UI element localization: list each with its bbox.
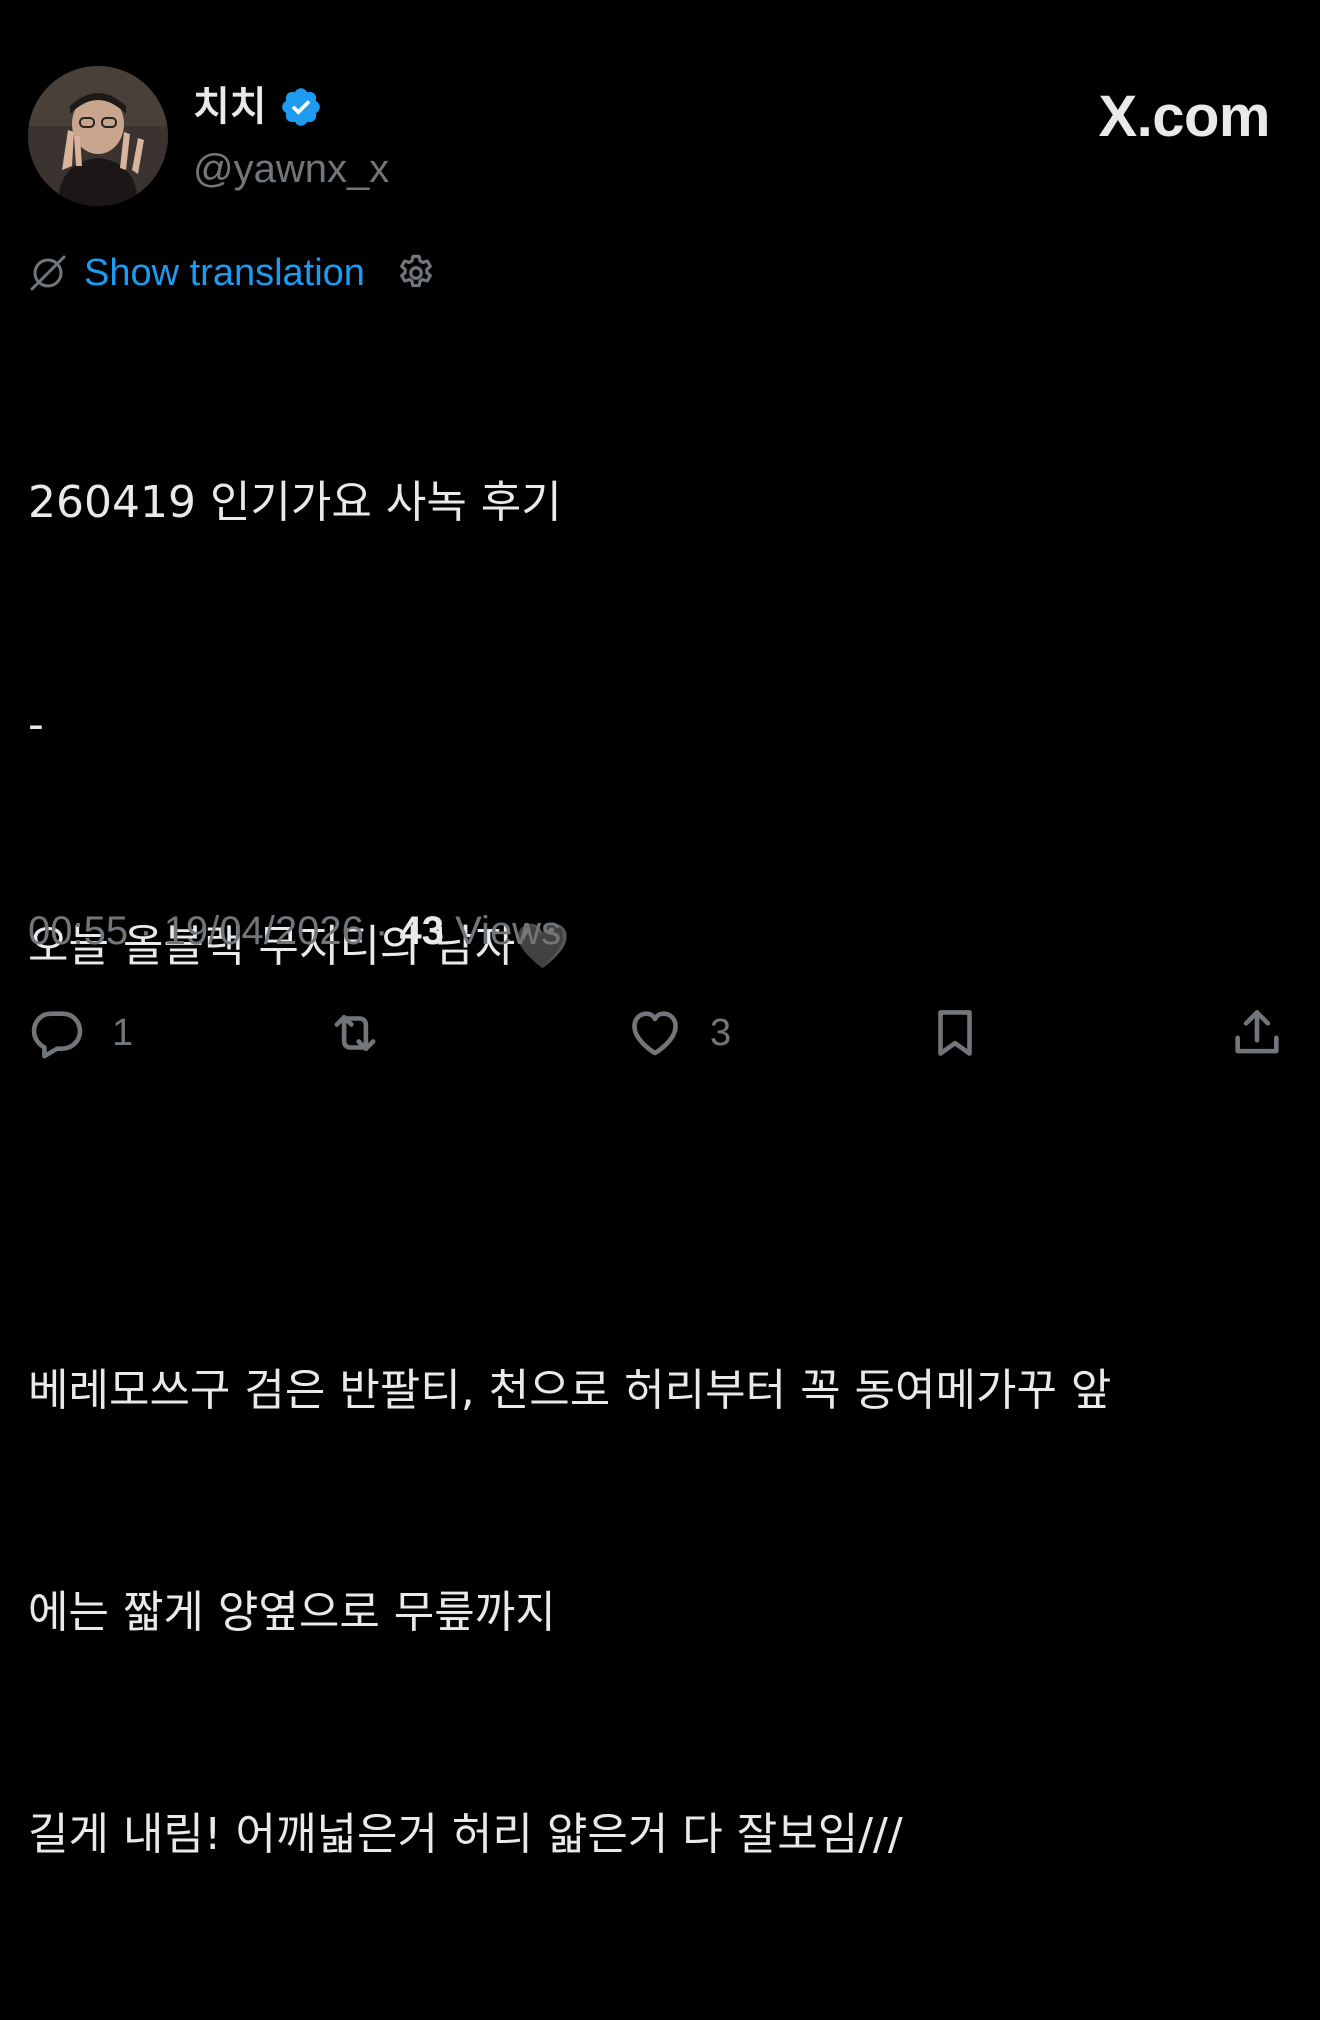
share-icon [1235, 1010, 1279, 1054]
avatar-image [28, 66, 168, 206]
tweet-text-line: 260419 인기가요 사녹 후기 [28, 477, 562, 528]
tweet-text-line: 에는 짧게 양옆으로 무릎까지 [28, 1587, 556, 1638]
meta-separator: · [375, 909, 389, 953]
bookmark-icon [938, 1010, 972, 1056]
meta-separator: · [139, 909, 153, 953]
tweet-text-line: 베레모쓰구 검은 반팔티, 천으로 허리부터 꼭 동여메가꾸 앞 [28, 1365, 1112, 1416]
globe-off-icon [30, 255, 66, 291]
author-handle[interactable]: @yawnx_x [193, 142, 389, 196]
views-count: 43 [399, 909, 444, 953]
views-label: Views [455, 909, 562, 953]
tweet-text-line: 길게 내림! 어깨넓은거 허리 얇은거 다 잘보임/// [28, 1809, 903, 1860]
tweet-meta: 00:55 · 19/04/2026 · 43 Views [28, 904, 561, 958]
reply-icon [31, 1011, 83, 1059]
verified-badge-icon [281, 88, 320, 126]
like-button[interactable]: 3 [626, 1000, 731, 1066]
translation-row: Show translation [28, 248, 437, 298]
gear-icon[interactable] [395, 252, 437, 294]
tweet-text-line: - [28, 699, 44, 750]
tweet-date[interactable]: 19/04/2026 [164, 909, 364, 953]
show-translation-link[interactable]: Show translation [84, 248, 365, 298]
tweet-text: 260419 인기가요 사녹 후기 - 오늘 올블랙 무지티의 남자🖤 베레모쓰… [28, 318, 1288, 2020]
author-display-name[interactable]: 치치 [193, 80, 267, 134]
brand-logo: X.com [1098, 84, 1270, 149]
share-button[interactable] [1228, 1000, 1286, 1066]
author-name-row: 치치 [193, 80, 323, 134]
avatar[interactable] [28, 66, 168, 206]
repost-icon [334, 1014, 376, 1052]
tweet-card: 치치 @yawnx_x X.com Show translation 26041… [0, 0, 1320, 1860]
like-count: 3 [710, 1012, 732, 1054]
reply-button[interactable]: 1 [28, 1000, 133, 1066]
tweet-time[interactable]: 00:55 [28, 909, 128, 953]
heart-icon [632, 1011, 678, 1056]
repost-button[interactable] [326, 1000, 384, 1066]
tweet-text-line [28, 1132, 1288, 1206]
action-bar: 1 3 [0, 1000, 1320, 1066]
reply-count: 1 [112, 1012, 134, 1054]
bookmark-button[interactable] [926, 1000, 984, 1066]
